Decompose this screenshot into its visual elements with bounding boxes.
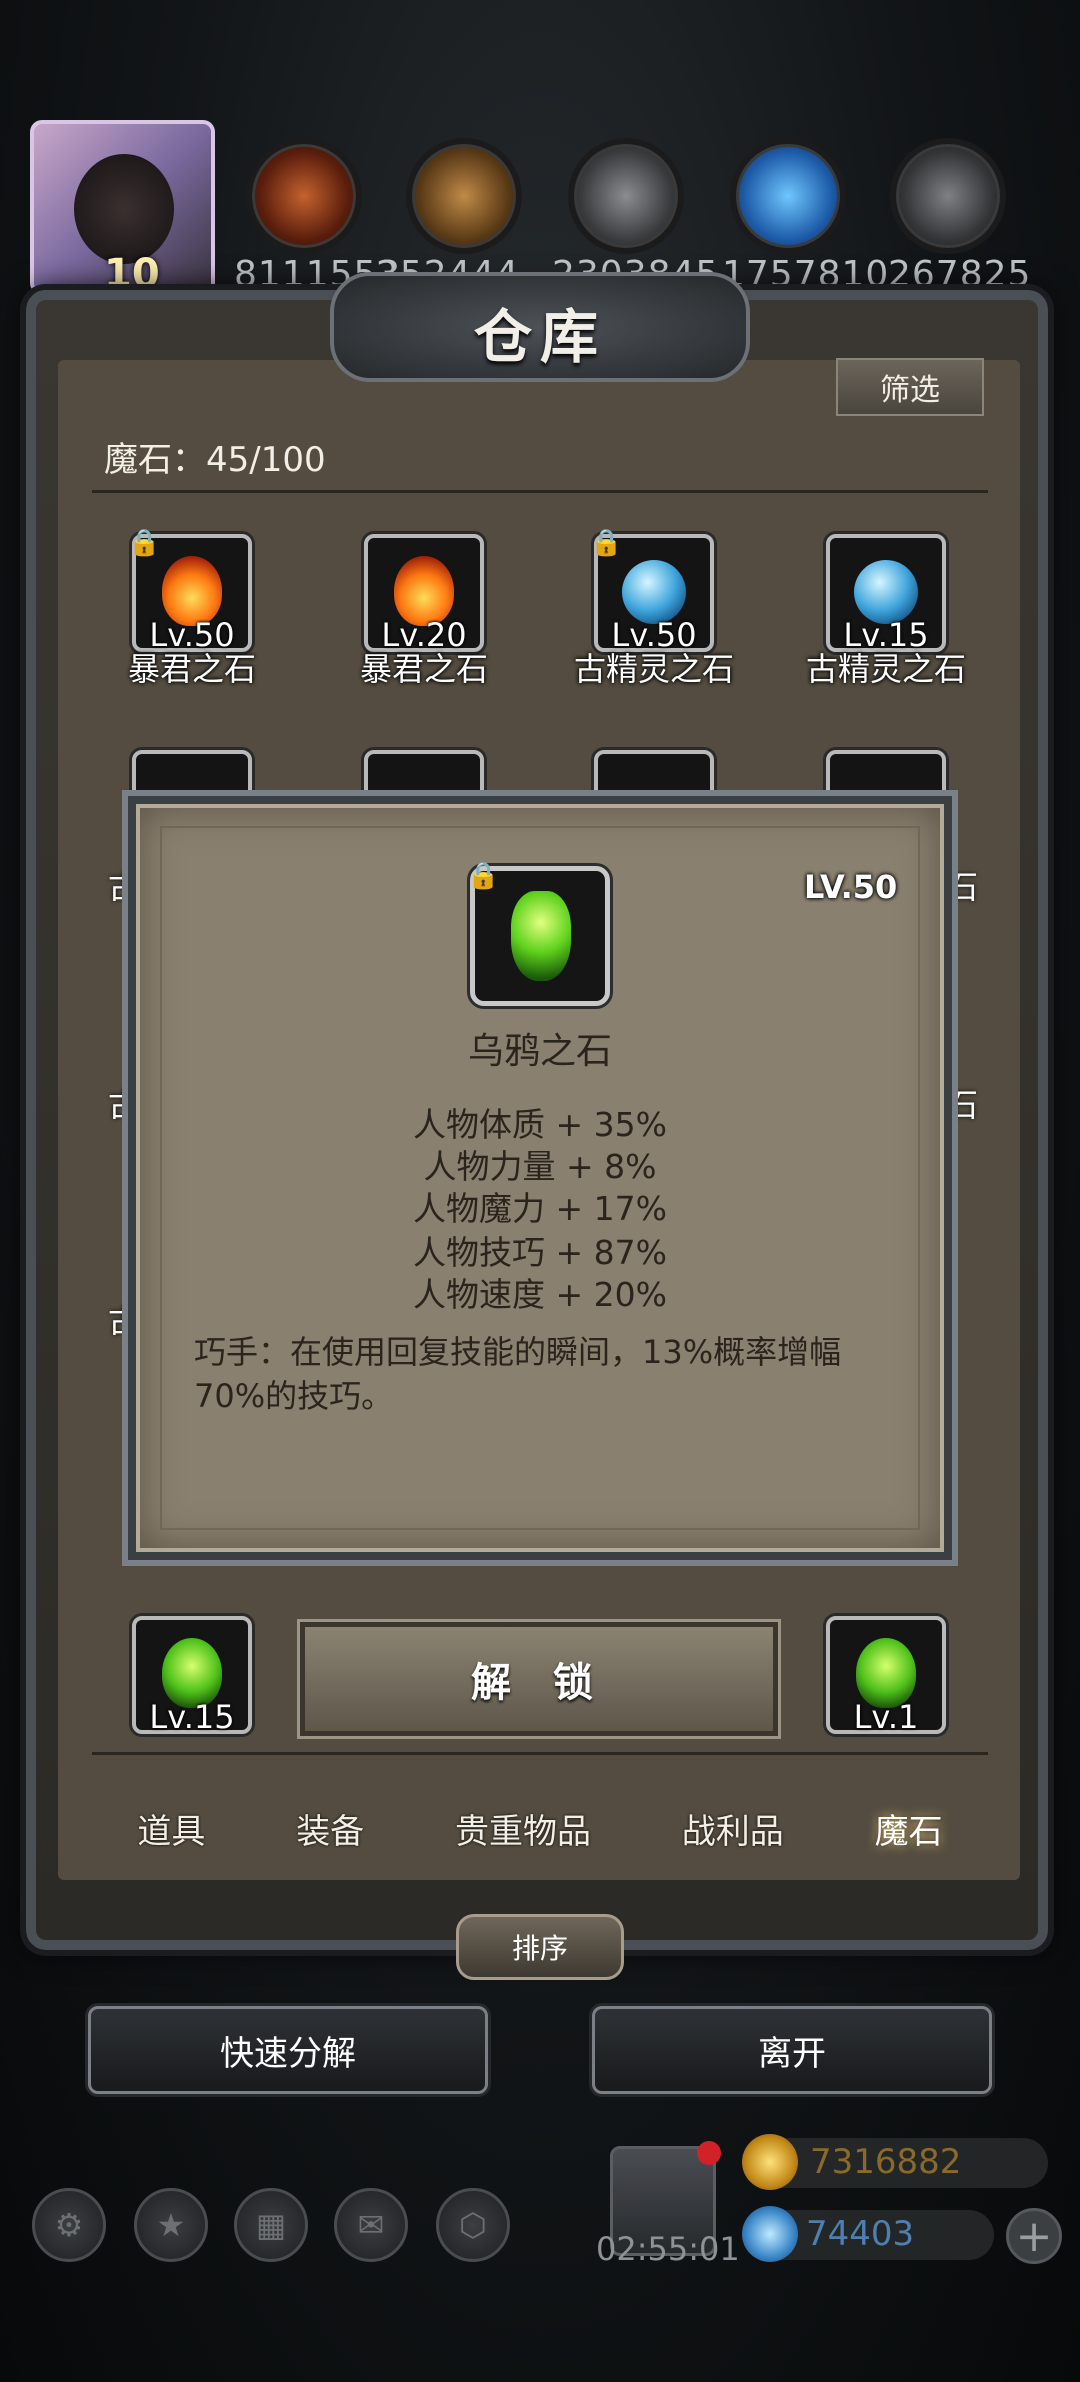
grid-item[interactable]: 🔒 Lv.50: [128, 528, 252, 654]
skill-description: 巧手：在使用回复技能的瞬间，13%概率增幅70%的技巧。: [194, 1333, 842, 1415]
crystal-count: 1757810: [722, 254, 890, 295]
tab-equipment[interactable]: 装备: [296, 1804, 364, 1853]
codex-book-icon[interactable]: ▦: [234, 2188, 308, 2262]
tabs-divider: [92, 1752, 988, 1755]
wood-planks-icon: [406, 138, 522, 254]
achievement-star-icon[interactable]: ★: [134, 2188, 208, 2262]
grid-item[interactable]: Lv.20: [364, 534, 484, 654]
blue-crystal-icon: [730, 138, 846, 254]
dice-icon[interactable]: ⬡: [436, 2188, 510, 2262]
stat-line: 人物力量 + 8%: [423, 1147, 657, 1186]
green-gem-icon: [511, 891, 571, 981]
tab-valuables[interactable]: 贵重物品: [455, 1804, 591, 1853]
page-title: 仓库: [473, 303, 606, 371]
grid-item[interactable]: 🔒 Lv.50: [590, 528, 714, 654]
lock-icon: 🔒: [590, 528, 623, 558]
mail-icon[interactable]: ✉: [334, 2188, 408, 2262]
stone-count: 267825: [888, 254, 1032, 295]
stone-block-icon: [890, 138, 1006, 254]
ice-stone-icon: [622, 560, 686, 624]
item-name: 古精灵之石: [573, 650, 734, 688]
stat-line: 人物速度 + 20%: [413, 1275, 667, 1314]
player-avatar[interactable]: 10: [30, 120, 215, 297]
avatar-portrait: [74, 154, 174, 264]
filter-button[interactable]: 筛选: [836, 358, 984, 416]
notification-dot: [697, 2141, 721, 2165]
capacity-label: 魔石：45/100: [104, 440, 326, 480]
item-level: Lv.15: [149, 1698, 235, 1736]
diamond-amount: 74403: [806, 2214, 915, 2254]
iron-ingot-icon: [568, 138, 684, 254]
top-divider: [92, 490, 988, 493]
gold-amount: 7316882: [810, 2142, 962, 2182]
item-level: Lv.1: [853, 1698, 919, 1736]
quick-decompose-button[interactable]: 快速分解: [88, 2006, 488, 2094]
popup-item-name: 乌鸦之石: [467, 1031, 612, 1072]
sort-button[interactable]: 排序: [456, 1914, 624, 1980]
settings-gear-icon[interactable]: ⚙: [32, 2188, 106, 2262]
lock-icon: 🔒: [128, 528, 161, 558]
diamond-icon: [742, 2206, 798, 2262]
item-name: 古精灵之石: [805, 650, 966, 688]
item-name: 暴君之石: [127, 650, 256, 688]
stat-line: 人物技巧 + 87%: [413, 1233, 667, 1272]
stat-line: 人物体质 + 35%: [413, 1105, 667, 1144]
leave-button[interactable]: 离开: [592, 2006, 992, 2094]
tab-magic-stones[interactable]: 魔石: [875, 1804, 943, 1853]
gold-coin-icon: [742, 2134, 798, 2190]
add-currency-button[interactable]: +: [1006, 2208, 1062, 2264]
category-tabs: 道具 装备 贵重物品 战利品 魔石: [92, 1762, 988, 1894]
tab-loot[interactable]: 战利品: [682, 1804, 784, 1853]
meat-icon: [246, 138, 362, 254]
grid-item[interactable]: Lv.1: [826, 1616, 946, 1736]
popup-level: LV.50: [804, 868, 898, 906]
gift-timer: 02:55:01: [596, 2230, 740, 2268]
grid-item[interactable]: Lv.15: [132, 1616, 252, 1736]
raven-stone-icon: 🔒: [467, 861, 610, 1006]
unlock-button[interactable]: 解 锁: [300, 1622, 778, 1736]
stat-line: 人物魔力 + 17%: [413, 1189, 667, 1228]
grid-item[interactable]: Lv.15: [826, 534, 946, 654]
tab-items[interactable]: 道具: [137, 1804, 205, 1853]
lock-icon: 🔒: [467, 861, 500, 891]
item-name: 暴君之石: [359, 650, 488, 688]
ice-stone-icon: [854, 560, 918, 624]
